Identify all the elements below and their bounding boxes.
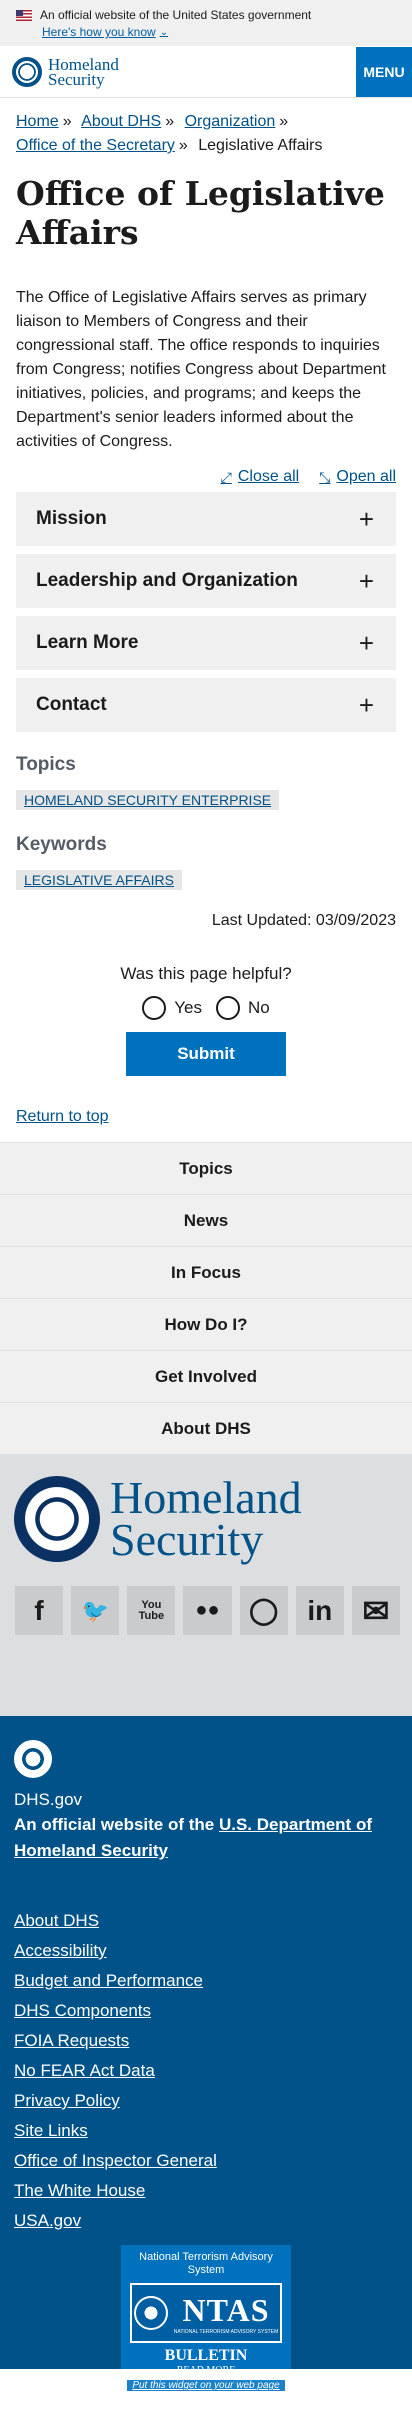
- plus-icon: +: [358, 503, 374, 534]
- accordion-controls: ⤢ Close all ⤡ Open all: [0, 454, 412, 486]
- footer-link[interactable]: USA.gov: [14, 2211, 81, 2230]
- gov-banner: An official website of the United States…: [0, 0, 412, 46]
- plus-icon: +: [358, 689, 374, 720]
- dhs-seal-icon: [133, 2296, 168, 2330]
- expand-icon: ⤡: [319, 468, 331, 485]
- footer-nav-in-focus[interactable]: In Focus: [0, 1246, 412, 1298]
- accordion-item-label: Mission: [36, 508, 107, 529]
- accordion-item-learn-more[interactable]: Learn More +: [16, 616, 396, 670]
- logo-line-2: Security: [48, 69, 105, 89]
- footer-link[interactable]: Budget and Performance: [14, 1971, 203, 1990]
- footer-link[interactable]: About DHS: [14, 1911, 99, 1930]
- footer-blue: DHS.gov An official website of the U.S. …: [0, 1716, 412, 2391]
- footer-link[interactable]: Accessibility: [14, 1941, 107, 1960]
- accordion-item-label: Contact: [36, 694, 107, 715]
- plus-icon: +: [358, 565, 374, 596]
- gov-banner-text: An official website of the United States…: [40, 8, 312, 22]
- last-updated: Last Updated: 03/09/2023: [211, 912, 396, 929]
- ntas-bulletin: BULLETIN: [164, 2347, 248, 2364]
- footer-link[interactable]: No FEAR Act Data: [14, 2061, 155, 2080]
- feedback-yes-option[interactable]: Yes: [142, 996, 202, 1020]
- footer-links: About DHS Accessibility Budget and Perfo…: [14, 1906, 398, 2236]
- footer-logo[interactable]: Homeland Security: [0, 1454, 412, 1583]
- dhs-20-years-seal-icon: [14, 1475, 100, 1562]
- footer-official: An official website of the U.S. Departme…: [14, 1815, 372, 1860]
- topic-tag[interactable]: HOMELAND SECURITY ENTERPRISE: [16, 790, 280, 810]
- breadcrumb-about-dhs[interactable]: About DHS: [81, 113, 161, 130]
- footer-nav-news[interactable]: News: [0, 1194, 412, 1246]
- footer-site-name: DHS.gov: [14, 1790, 83, 1809]
- breadcrumb-organization[interactable]: Organization: [185, 113, 276, 130]
- breadcrumb: Home» About DHS» Organization» Office of…: [16, 113, 323, 154]
- footer-nav-get-involved[interactable]: Get Involved: [0, 1350, 412, 1402]
- ntas-widget-link[interactable]: Put this widget on your web page: [127, 2380, 285, 2391]
- accordion: Mission + Leadership and Organization + …: [0, 486, 412, 732]
- site-header: Homeland Security MENU: [0, 46, 412, 98]
- close-all-link[interactable]: ⤢ Close all: [221, 468, 300, 486]
- facebook-icon[interactable]: f: [15, 1586, 64, 1635]
- footer-link[interactable]: Privacy Policy: [14, 2091, 120, 2110]
- footer-link[interactable]: FOIA Requests: [14, 2031, 129, 2050]
- footer-nav: Topics News In Focus How Do I? Get Invol…: [0, 1142, 412, 1454]
- dhs-seal-white-icon: [14, 1740, 52, 1778]
- topics-label: Topics: [16, 754, 76, 775]
- plus-icon: +: [358, 627, 374, 658]
- accordion-item-mission[interactable]: Mission +: [16, 492, 396, 546]
- feedback-question: Was this page helpful?: [120, 964, 292, 983]
- twitter-icon[interactable]: 🐦: [71, 1586, 120, 1635]
- accordion-item-contact[interactable]: Contact +: [16, 678, 396, 732]
- ntas-widget[interactable]: National Terrorism Advisory System NTAS …: [121, 2245, 291, 2391]
- accordion-item-label: Leadership and Organization: [36, 570, 298, 591]
- footer-nav-topics[interactable]: Topics: [0, 1142, 412, 1194]
- menu-button[interactable]: MENU: [356, 46, 412, 97]
- footer-link[interactable]: The White House: [14, 2181, 145, 2200]
- feedback-no-option[interactable]: No: [216, 996, 270, 1020]
- ntas-read-more[interactable]: READ MORE: [121, 2365, 291, 2376]
- feedback-options: Yes No: [0, 996, 412, 1020]
- us-flag-icon: [16, 9, 32, 21]
- youtube-icon[interactable]: You Tube: [127, 1586, 176, 1635]
- ntas-heading: National Terrorism Advisory System: [139, 2251, 273, 2276]
- footer-nav-how-do-i[interactable]: How Do I?: [0, 1298, 412, 1350]
- ntas-acronym: NTAS: [182, 2291, 270, 2328]
- social-links: f 🐦 You Tube ●● ◯ in ✉: [0, 1583, 412, 1716]
- footer-logo-line-1: Homeland: [110, 1471, 302, 1523]
- flickr-icon[interactable]: ●●: [183, 1586, 232, 1635]
- breadcrumb-home[interactable]: Home: [16, 113, 59, 130]
- gov-banner-toggle[interactable]: Here's how you know ⌄: [42, 25, 396, 39]
- footer-link[interactable]: DHS Components: [14, 2001, 151, 2020]
- site-logo[interactable]: Homeland Security: [0, 56, 119, 89]
- chevron-down-icon: ⌄: [159, 26, 169, 38]
- breadcrumb-current: Legislative Affairs: [198, 137, 323, 154]
- breadcrumb-office-of-the-secretary[interactable]: Office of the Secretary: [16, 137, 175, 154]
- footer-nav-about-dhs[interactable]: About DHS: [0, 1402, 412, 1454]
- ntas-sub: NATIONAL TERRORISM ADVISORY SYSTEM: [173, 2328, 279, 2335]
- open-all-link[interactable]: ⤡ Open all: [319, 468, 396, 486]
- yes-radio[interactable]: [142, 996, 167, 1020]
- submit-button[interactable]: Submit: [126, 1032, 286, 1076]
- footer-link[interactable]: Office of Inspector General: [14, 2151, 217, 2170]
- return-to-top-link[interactable]: Return to top: [16, 1108, 109, 1125]
- gov-banner-toggle-label[interactable]: Here's how you know: [42, 25, 156, 39]
- intro-paragraph: The Office of Legislative Affairs serves…: [16, 289, 386, 450]
- page-title: Office of Legislative Affairs: [16, 174, 385, 252]
- ntas-logo: NTAS NATIONAL TERRORISM ADVISORY SYSTEM: [130, 2283, 282, 2343]
- keyword-tag[interactable]: LEGISLATIVE AFFAIRS: [16, 870, 182, 890]
- linkedin-icon[interactable]: in: [295, 1586, 344, 1635]
- accordion-item-leadership[interactable]: Leadership and Organization +: [16, 554, 396, 608]
- keywords-label: Keywords: [16, 834, 107, 855]
- accordion-item-label: Learn More: [36, 632, 139, 653]
- no-radio[interactable]: [216, 996, 240, 1020]
- footer-logo-line-2: Security: [110, 1513, 264, 1565]
- email-icon[interactable]: ✉: [351, 1586, 400, 1635]
- dhs-seal-icon: [12, 56, 42, 87]
- collapse-icon: ⤢: [220, 468, 232, 485]
- instagram-icon[interactable]: ◯: [239, 1586, 288, 1635]
- footer-link[interactable]: Site Links: [14, 2121, 88, 2140]
